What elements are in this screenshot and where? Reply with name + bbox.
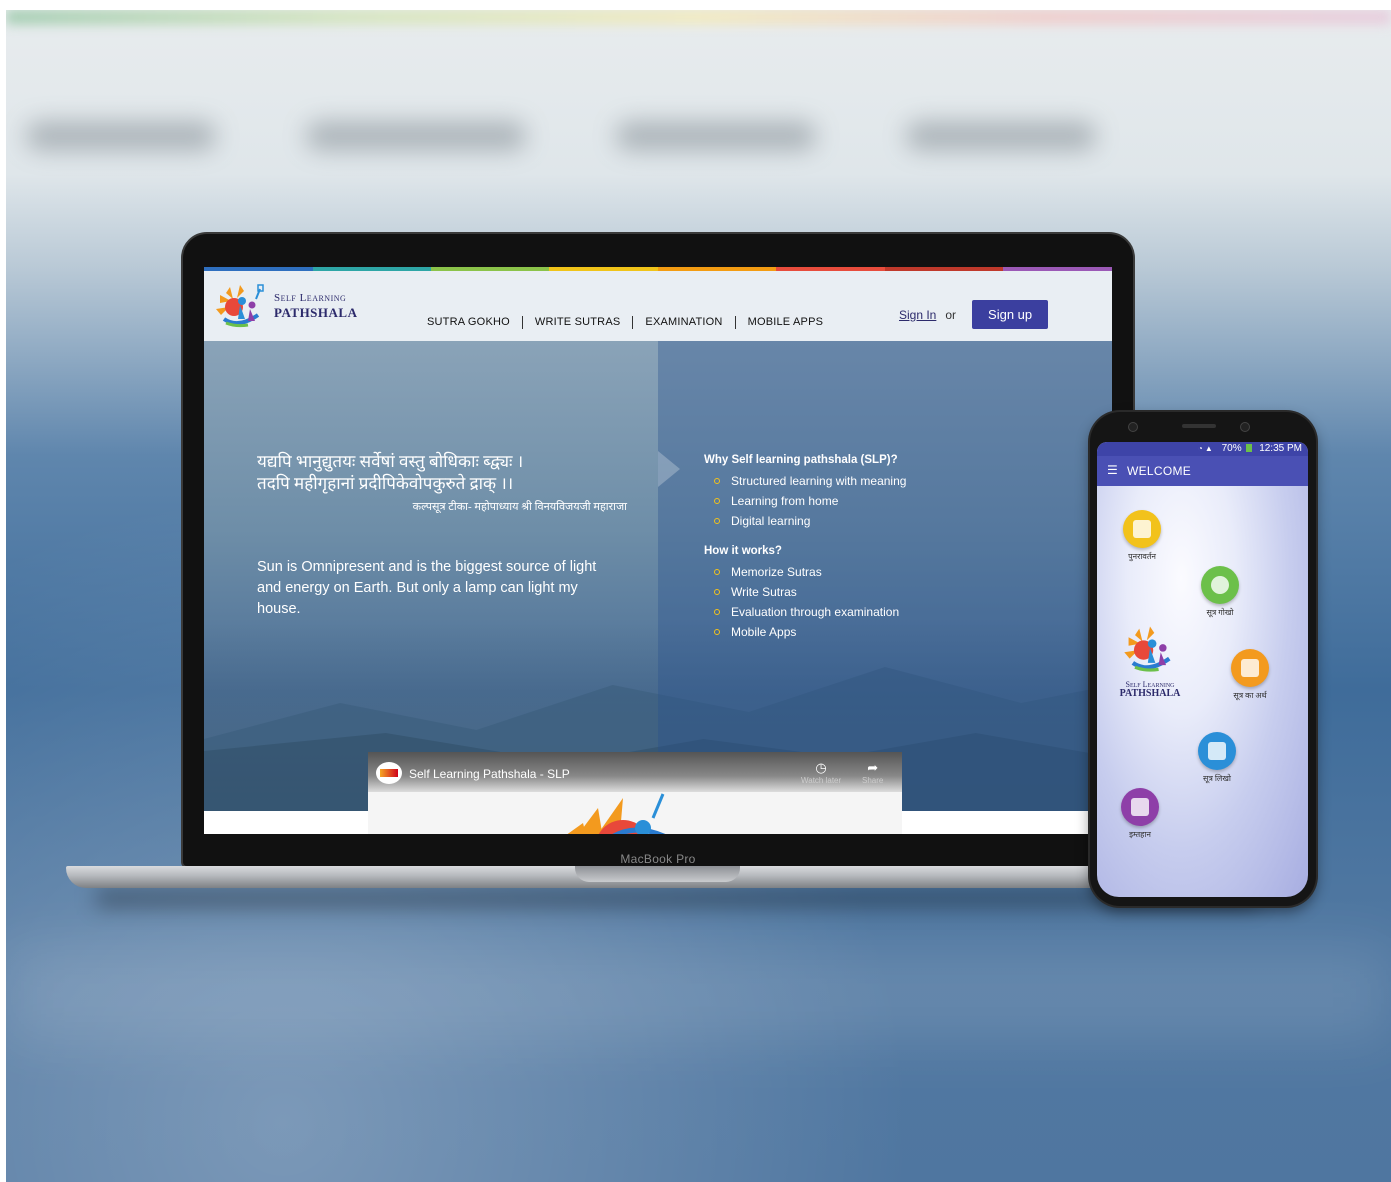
bullet-icon	[714, 498, 720, 504]
verse-line-1: यद्यपि भानुद्युतयः सर्वेषां वस्तु बोधिका…	[257, 452, 524, 471]
exam-icon	[1121, 788, 1159, 826]
blurred-nav-item	[906, 122, 1096, 150]
how-item-text: Evaluation through examination	[731, 605, 900, 619]
list-item: Evaluation through examination	[704, 602, 906, 622]
how-list: Memorize Sutras Write Sutras Evaluation …	[704, 562, 906, 642]
scene-background: MacBook Pro Self Learning PATHSHALA SUTR…	[6, 10, 1391, 1182]
how-item-text: Write Sutras	[731, 585, 797, 599]
laptop-screen: Self Learning Pathshala SUTRA GOKHO WRIT…	[204, 267, 1112, 834]
phone-app-logo: Self Learning Pathshala	[1115, 620, 1185, 699]
app-bar: ☰ WELCOME	[1097, 456, 1308, 486]
write-icon	[1198, 732, 1236, 770]
how-heading: How it works?	[704, 545, 782, 557]
hero-section: यद्यपि भानुद्युतयः सर्वेषां वस्तु बोधिका…	[204, 341, 1112, 811]
why-item-text: Structured learning with meaning	[731, 474, 907, 488]
why-heading: Why Self learning pathshala (SLP)?	[704, 454, 898, 466]
list-item: Learning from home	[704, 491, 906, 511]
battery-icon	[1246, 444, 1253, 452]
bullet-icon	[714, 589, 720, 595]
laptop-shadow	[96, 888, 1256, 908]
blurred-nav-item	[26, 122, 216, 150]
sanskrit-verse: यद्यपि भानुद्युतयः सर्वेषां वस्तु बोधिका…	[257, 451, 627, 514]
laptop-brand-label: MacBook Pro	[620, 852, 696, 866]
bullet-icon	[714, 478, 720, 484]
video-embed[interactable]: Self Learning Pathshala - SLP ◷ Watch la…	[368, 752, 902, 834]
list-item: Mobile Apps	[704, 622, 906, 642]
watch-later-label: Watch later	[801, 776, 842, 785]
app-bar-title: WELCOME	[1127, 464, 1192, 478]
share-button[interactable]: ➦ Share	[862, 760, 883, 785]
why-item-text: Digital learning	[731, 514, 811, 528]
auth-or-text: or	[945, 307, 957, 322]
tile-label: इम्तहान	[1129, 830, 1151, 839]
logo-line-1: Self Learning	[274, 292, 347, 304]
nav-sutra-gokho[interactable]: SUTRA GOKHO	[427, 316, 523, 329]
tile-label: पुनरावर्तन	[1128, 552, 1156, 561]
sign-in-link[interactable]: Sign In	[899, 308, 936, 322]
wifi-signal-icon: ◔ ▲	[1197, 444, 1213, 453]
tile-label: सूत्र लिखो	[1203, 774, 1231, 783]
blurred-nav-item	[306, 122, 526, 150]
phone-speaker	[1182, 424, 1216, 428]
front-camera-icon	[1128, 422, 1138, 432]
tile-exam[interactable]: इम्तहान	[1121, 788, 1159, 840]
bullet-icon	[714, 569, 720, 575]
logo-line-2: Pathshala	[274, 305, 358, 320]
tile-sutra-meaning[interactable]: सूत्र का अर्थ	[1231, 649, 1269, 701]
status-time: 12:35 PM	[1259, 443, 1302, 454]
pathshala-logo-icon[interactable]	[212, 279, 268, 333]
blurred-top-strip	[6, 10, 1391, 24]
tile-label: सूत्र गोखो	[1206, 608, 1234, 617]
share-label: Share	[862, 776, 884, 785]
verse-attribution: कल्पसूत्र टीका- महोपाध्याय श्री विनयविजय…	[412, 501, 627, 513]
how-item-text: Mobile Apps	[731, 625, 797, 639]
tile-write-sutra[interactable]: सूत्र लिखो	[1198, 732, 1236, 784]
how-item-text: Memorize Sutras	[731, 565, 822, 579]
site-header: Self Learning Pathshala SUTRA GOKHO WRIT…	[204, 271, 1112, 341]
list-item: Write Sutras	[704, 582, 906, 602]
phone-device: ◔ ▲ 70% 12:35 PM ☰ WELCOME पुनरावर्तन सू…	[1090, 412, 1316, 906]
blurred-nav-item	[616, 122, 816, 150]
pathshala-logo-icon	[1124, 626, 1171, 672]
hero-info: Why Self learning pathshala (SLP)? Struc…	[704, 454, 906, 656]
panel-arrow-icon	[658, 451, 680, 487]
blurred-band	[6, 950, 1391, 1040]
sign-up-button[interactable]: Sign up	[972, 300, 1049, 329]
sensor-icon	[1240, 422, 1250, 432]
watch-later-button[interactable]: ◷ Watch later	[801, 760, 841, 785]
bullet-icon	[714, 518, 720, 524]
why-item-text: Learning from home	[731, 494, 839, 508]
verse-line-2: तदपि महीगृहानां प्रदीपिकेवोपकुरुते द्राक…	[257, 474, 514, 493]
battery-level: 70%	[1221, 443, 1242, 454]
tile-sutra-gokho[interactable]: सूत्र गोखो	[1201, 566, 1239, 618]
list-item: Structured learning with meaning	[704, 471, 906, 491]
phone-logo-line-2: Pathshala	[1119, 688, 1181, 699]
list-item: Memorize Sutras	[704, 562, 906, 582]
video-title[interactable]: Self Learning Pathshala - SLP	[409, 767, 570, 781]
nav-mobile-apps[interactable]: MOBILE APPS	[736, 316, 836, 329]
bullet-icon	[714, 609, 720, 615]
main-nav: SUTRA GOKHO WRITE SUTRAS EXAMINATION MOB…	[427, 316, 835, 329]
why-list: Structured learning with meaning Learnin…	[704, 471, 906, 531]
video-thumbnail-logo-icon	[567, 793, 666, 834]
nav-examination[interactable]: EXAMINATION	[633, 316, 736, 329]
phone-screen: ◔ ▲ 70% 12:35 PM ☰ WELCOME पुनरावर्तन सू…	[1097, 442, 1308, 897]
book-icon	[1123, 510, 1161, 548]
hero-quote: Sun is Omnipresent and is the biggest so…	[257, 559, 597, 617]
site-logo-text: Self Learning Pathshala	[274, 292, 358, 320]
reader-icon	[1201, 566, 1239, 604]
menu-icon[interactable]: ☰	[1107, 464, 1118, 476]
tile-revision[interactable]: पुनरावर्तन	[1123, 510, 1161, 562]
auth-area: Sign In or Sign up	[899, 300, 1049, 329]
tile-label: सूत्र का अर्थ	[1233, 691, 1267, 700]
list-item: Digital learning	[704, 511, 906, 531]
search-doc-icon	[1231, 649, 1269, 687]
channel-logo-icon[interactable]	[376, 762, 402, 784]
nav-write-sutras[interactable]: WRITE SUTRAS	[523, 316, 634, 329]
bullet-icon	[714, 629, 720, 635]
laptop-notch	[575, 866, 740, 882]
status-bar: ◔ ▲ 70% 12:35 PM	[1097, 442, 1308, 456]
clock-icon: ◷	[815, 760, 827, 775]
share-icon: ➦	[867, 760, 879, 775]
